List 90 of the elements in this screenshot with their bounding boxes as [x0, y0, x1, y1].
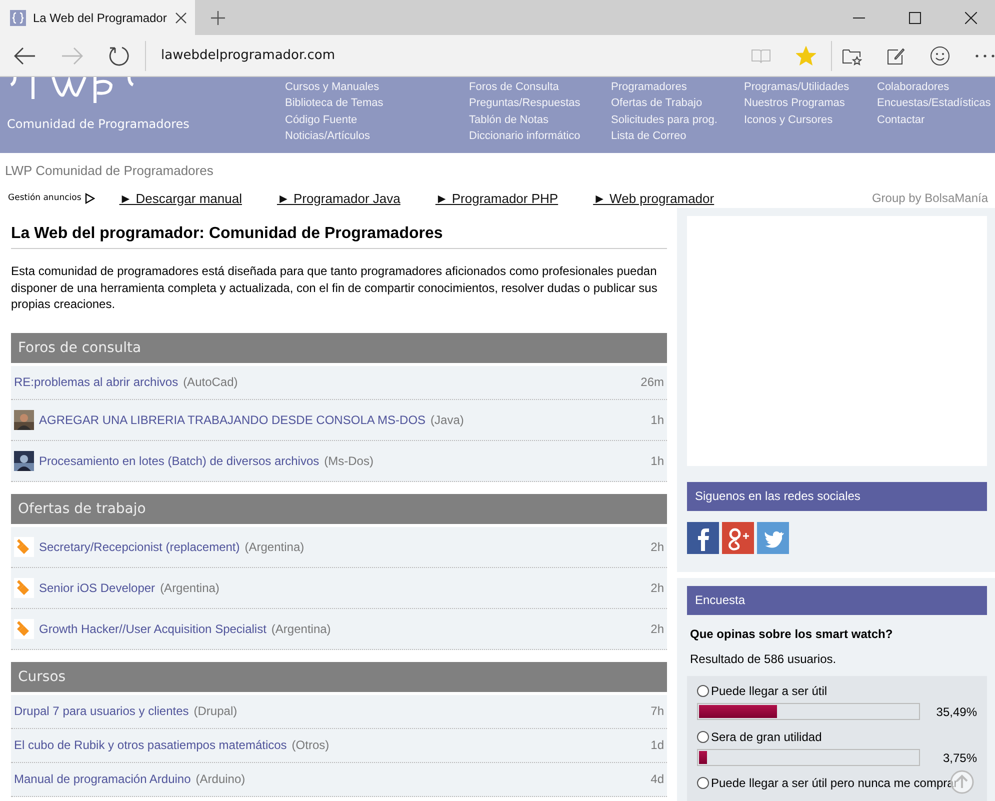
- percentage-label: 3,75%: [942, 750, 977, 764]
- nav-link[interactable]: Programas/Utilidades: [744, 79, 877, 96]
- nav-link[interactable]: Lista de Correo: [611, 128, 744, 144]
- time-label: 1d: [650, 738, 664, 752]
- radio-button[interactable]: [697, 777, 709, 789]
- ad-link[interactable]: ► Web programador: [593, 190, 714, 206]
- topic-link[interactable]: Drupal 7 para usuarios y clientes: [14, 704, 189, 718]
- nav-link[interactable]: Preguntas/Respuestas: [469, 95, 611, 112]
- play-icon: [85, 192, 96, 204]
- time-label: 2h: [650, 622, 664, 636]
- category-label: (Java): [430, 412, 464, 426]
- time-label: 1h: [650, 454, 664, 468]
- ad-link[interactable]: ► Descargar manual: [119, 190, 242, 206]
- job-icon: [14, 578, 34, 598]
- nav-link[interactable]: Encuestas/Estadísticas: [877, 95, 995, 112]
- option-label: Puede llegar a ser útil: [711, 684, 828, 698]
- nav-link[interactable]: Programadores: [611, 79, 744, 96]
- time-label: 26m: [640, 375, 664, 389]
- new-tab-icon[interactable]: [211, 10, 225, 24]
- category-label: (Drupal): [194, 704, 238, 718]
- topic-link[interactable]: AGREGAR UNA LIBRERIA TRABAJANDO DESDE CONSOLA MS-DOS: [39, 412, 426, 426]
- tab-title: La Web del Programador: [33, 10, 168, 24]
- more-icon[interactable]: [975, 54, 995, 58]
- category-label: (Arduino): [196, 772, 246, 786]
- percentage-label: 35,49%: [936, 704, 977, 718]
- nav-link[interactable]: Diccionario informático: [469, 128, 611, 144]
- nav-link[interactable]: Colaboradores: [877, 79, 995, 96]
- nav-link[interactable]: Ofertas de Trabajo: [611, 95, 744, 112]
- category-label: (Otros): [292, 738, 330, 752]
- radio-button[interactable]: [697, 685, 709, 697]
- option-label: Puede llegar a ser útil pero nunca me comprar: [711, 776, 958, 790]
- browser-tab[interactable]: La Web del Programador: [0, 0, 195, 35]
- option-label: Sera de gran utilidad: [711, 730, 822, 744]
- category-label: (Argentina): [160, 580, 220, 594]
- nav-link[interactable]: Cursos y Manuales: [285, 79, 469, 96]
- nav-link[interactable]: Código Fuente: [285, 112, 469, 128]
- nav-link[interactable]: Foros de Consulta: [469, 79, 611, 96]
- intro-paragraph: Esta comunidad de programadores está diseñada para que tanto programadores aficionados como profesionales puedan disponer de una herramienta completa y actualizada, con el fin de compartir conocimientos, resolver dudas o publicar sus propias creaciones.: [11, 263, 658, 312]
- topic-link[interactable]: Secretary/Recepcionist (replacement): [39, 540, 240, 554]
- ad-settings-link[interactable]: Gestión anuncios: [8, 193, 82, 203]
- section-header: Foros de consulta: [11, 332, 667, 362]
- radio-button[interactable]: [697, 731, 709, 743]
- maximize-icon[interactable]: [909, 12, 921, 24]
- time-label: 2h: [650, 580, 664, 594]
- category-label: (Ms-Dos): [324, 454, 374, 468]
- close-icon[interactable]: [965, 12, 977, 24]
- topic-link[interactable]: El cubo de Rubik y otros pasatiempos matemáticos: [14, 738, 287, 752]
- time-label: 1h: [650, 412, 664, 426]
- back-icon[interactable]: [14, 46, 36, 64]
- page-heading: La Web del programador: Comunidad de Programadores: [11, 225, 667, 249]
- pen-icon[interactable]: [887, 46, 905, 64]
- group-label: Group by BolsaManía: [872, 191, 988, 205]
- ad-link[interactable]: ► Programador PHP: [435, 190, 558, 206]
- time-label: 4d: [650, 772, 664, 786]
- job-icon: [14, 536, 34, 556]
- panel-header: Encuesta: [687, 586, 987, 615]
- nav-link[interactable]: Noticias/Artículos: [285, 128, 469, 144]
- section-header: Ofertas de trabajo: [11, 494, 667, 524]
- nav-link[interactable]: Solicitudes para prog.: [611, 112, 744, 128]
- time-label: 2h: [650, 540, 664, 554]
- topic-link[interactable]: Senior iOS Developer: [39, 580, 156, 594]
- site-title: LWP Comunidad de Programadores: [5, 163, 214, 178]
- time-label: 7h: [650, 704, 664, 718]
- category-label: (Argentina): [271, 622, 331, 636]
- topic-link[interactable]: Manual de programación Arduino: [14, 772, 191, 786]
- braces-icon: [10, 10, 26, 26]
- nav-link[interactable]: Nuestros Programas: [744, 95, 877, 112]
- facebook-icon[interactable]: [687, 522, 719, 554]
- topic-link[interactable]: RE:problemas al abrir archivos: [14, 375, 178, 389]
- category-label: (Argentina): [244, 540, 304, 554]
- smiley-icon[interactable]: [930, 46, 950, 66]
- section-header: Cursos: [11, 662, 667, 692]
- topic-link[interactable]: Growth Hacker//User Acquisition Specialist: [39, 622, 266, 636]
- poll-summary: Resultado de 586 usuarios.: [690, 652, 838, 666]
- star-icon[interactable]: [796, 46, 816, 66]
- nav-link[interactable]: Biblioteca de Temas: [285, 95, 469, 112]
- tagline: Comunidad de Programadores: [7, 117, 190, 131]
- google-plus-icon[interactable]: [722, 522, 754, 554]
- panel-header: Siguenos en las redes sociales: [687, 482, 987, 511]
- bird-icon[interactable]: [757, 522, 789, 554]
- ad-link[interactable]: ► Programador Java: [276, 190, 400, 206]
- topic-link[interactable]: Procesamiento en lotes (Batch) de diversos archivos: [39, 454, 320, 468]
- category-label: (AutoCad): [183, 375, 238, 389]
- poll-question: Que opinas sobre los smart watch?: [690, 627, 894, 641]
- close-icon[interactable]: [175, 12, 187, 24]
- refresh-icon[interactable]: [108, 44, 130, 66]
- nav-link[interactable]: Contactar: [877, 112, 995, 128]
- nav-link[interactable]: Tablón de Notas: [469, 112, 611, 128]
- job-icon: [14, 618, 34, 638]
- nav-link[interactable]: Iconos y Cursores: [744, 112, 877, 128]
